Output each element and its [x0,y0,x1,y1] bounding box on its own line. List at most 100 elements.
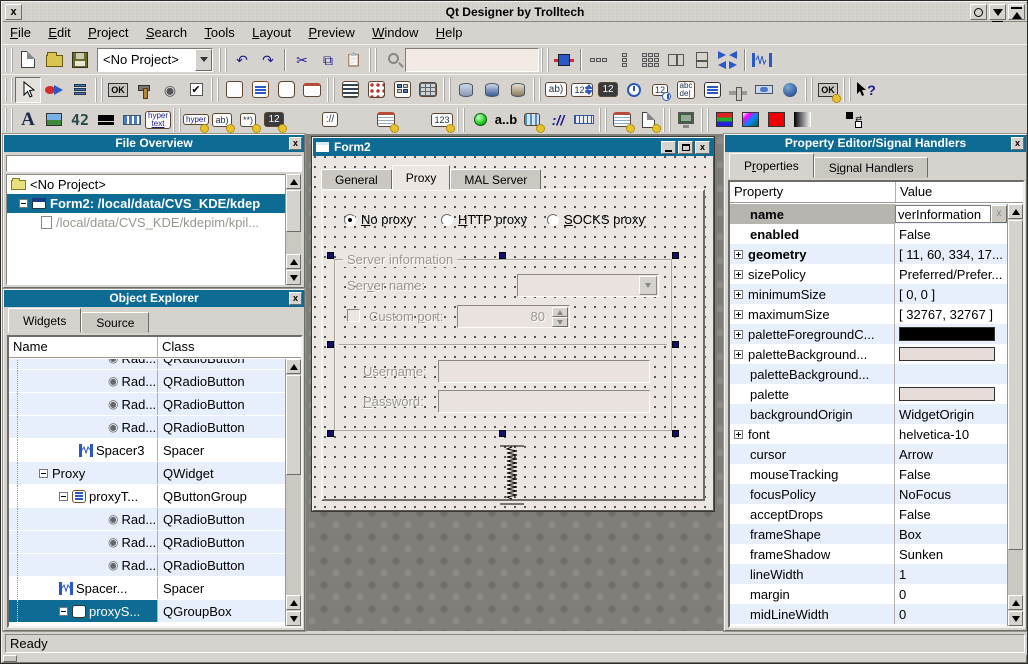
expand-icon[interactable] [734,310,743,319]
property-value[interactable]: Preferred/Prefer... [895,264,1007,284]
tree-item-file[interactable]: /local/data/CVS_KDE/kdepim/kpil... [7,213,285,232]
fontrequester-widget-button[interactable]: a..b [493,107,519,133]
username-field[interactable] [438,360,650,383]
property-value[interactable] [895,384,1007,404]
tree-row[interactable]: Spacer...Spacer [9,577,285,600]
layout-vertical-button[interactable] [611,47,637,73]
window-close-button[interactable]: x [5,4,22,20]
scroll-up-button[interactable] [1008,204,1023,219]
window-iconify-button[interactable] [970,4,987,20]
property-value[interactable]: NoFocus [895,484,1007,504]
save-button[interactable] [67,47,93,73]
tree-row[interactable]: proxyT...QButtonGroup [9,485,285,508]
property-row[interactable]: frameShadowSunken [730,544,1007,564]
tree-row[interactable]: ◉Rad...QRadioButton [9,370,285,393]
custom-port-spinbox[interactable]: 80 [457,305,570,328]
gradient-widget-button[interactable] [789,107,815,133]
custom-document-widget-button[interactable] [635,107,661,133]
toolbar-handle[interactable] [443,78,451,102]
form-tab-mal-server[interactable]: MAL Server [450,169,541,190]
tree-row-selected[interactable]: proxyS...QGroupBox [9,600,285,623]
object-explorer-table[interactable]: Name Class ◉Rad...QRadioButton ◉Rad...QR… [7,335,303,628]
pointer-tool-button[interactable] [15,77,41,103]
combobox-dropdown-button[interactable] [639,276,657,295]
db-table-widget-button[interactable] [453,77,479,103]
property-value[interactable]: helvetica-10 [895,424,1007,444]
file-overview-tree[interactable]: <No Project> Form2: /local/data/CVS_KDE/… [6,174,286,285]
reset-property-button[interactable]: x [991,205,1007,223]
window-maximize-button[interactable] [1008,4,1025,20]
urlrequester-widget-button[interactable]: :// [545,107,571,133]
cut-button[interactable]: ✂ [289,47,315,73]
property-value[interactable]: 0 [895,584,1007,604]
property-value[interactable]: Sunken [895,544,1007,564]
property-row[interactable]: lineWidth1 [730,564,1007,584]
selection-handle[interactable] [327,341,334,348]
form2-canvas[interactable]: GeneralProxyMAL Server No proxy HTTP pro… [314,156,712,509]
custom-lineedit-widget-button[interactable]: ab) [209,107,235,133]
listbox-widget-button[interactable] [337,77,363,103]
property-row[interactable]: geometry[ 11, 60, 334, 17... [730,244,1007,264]
search-input[interactable] [405,48,539,72]
dial-widget-button[interactable] [777,77,803,103]
ruler-widget-button[interactable] [571,107,597,133]
project-selector[interactable]: <No Project> [97,48,213,72]
custom-url-widget-button[interactable]: :// [317,107,343,133]
table-widget-button[interactable] [415,77,441,103]
password-field[interactable] [438,390,650,413]
textedit-widget-button[interactable]: abcde| [673,77,699,103]
column-value[interactable]: Value [895,182,1023,202]
toolbar-handle[interactable] [533,78,541,102]
expand-icon[interactable] [734,290,743,299]
scroll-up-button-2[interactable] [286,595,301,610]
selection-handle[interactable] [499,430,506,437]
find-button[interactable] [379,47,405,73]
dualcolor-widget-button[interactable]: ⇄ [841,107,867,133]
break-layout-button[interactable] [715,47,741,73]
layout-split-vertical-button[interactable] [689,47,715,73]
redo-button[interactable]: ↷ [255,47,281,73]
tree-row[interactable]: Spacer3Spacer [9,439,285,462]
selection-handle[interactable] [499,252,506,259]
property-value[interactable]: [ 0, 0 ] [895,284,1007,304]
selection-handle[interactable] [672,341,679,348]
property-value[interactable]: WidgetOrigin [895,404,1007,424]
toolbutton-widget-button[interactable] [131,77,157,103]
name-value-input[interactable] [895,205,991,223]
colorpicker-widget-button[interactable] [737,107,763,133]
project-selector-dropdown[interactable] [195,49,212,71]
toolbar-handle[interactable] [219,48,227,72]
property-row[interactable]: cursorArrow [730,444,1007,464]
form2-close-button[interactable]: x [695,141,710,154]
toolbar-handle[interactable] [701,108,709,132]
scroll-thumb[interactable] [286,375,301,475]
undo-button[interactable]: ↶ [229,47,255,73]
property-row[interactable]: palette [730,384,1007,404]
scroll-up-button-2[interactable] [286,254,301,269]
column-class[interactable]: Class [157,337,301,357]
tree-row[interactable]: ◉Rad...QRadioButton [9,531,285,554]
radiobutton-widget-button[interactable]: ◉ [157,77,183,103]
selection-handle[interactable] [672,430,679,437]
property-value[interactable]: Box [895,524,1007,544]
object-explorer-close-button[interactable]: x [289,292,302,305]
checkbox-widget-button[interactable]: ✔ [183,77,209,103]
scroll-up-button[interactable] [286,174,301,189]
custom-port-checkbox[interactable] [347,309,360,322]
selection-handle[interactable] [327,430,334,437]
colorbutton-widget-button[interactable] [763,107,789,133]
menu-file[interactable]: File [3,22,38,44]
custom-date-widget-button[interactable]: 12 [261,107,287,133]
column-name[interactable]: Name [9,337,157,357]
toolbar-handle[interactable] [599,108,607,132]
sysinfo-widget-button[interactable] [673,107,699,133]
tab-properties[interactable]: Properties [729,153,814,178]
iconview-widget-button[interactable] [389,77,415,103]
combobox-widget-button[interactable] [699,77,725,103]
toolbar-handle[interactable] [211,78,219,102]
property-value[interactable]: [ 11, 60, 334, 17... [895,244,1007,264]
spacer-tool-button[interactable] [749,47,775,73]
property-value[interactable]: False [895,224,1007,244]
tree-row[interactable]: ◉Rad...QRadioButton [9,554,285,577]
datetimeedit-widget-button[interactable]: 12 [647,77,673,103]
